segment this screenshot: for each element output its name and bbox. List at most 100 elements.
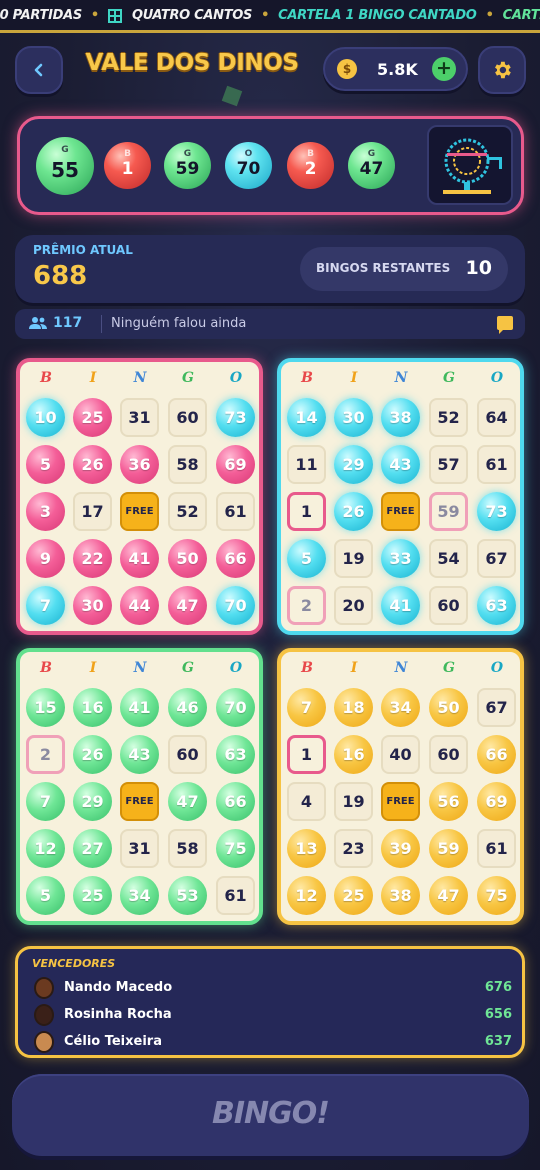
card-cell[interactable]: 18 — [334, 688, 373, 727]
card-cell[interactable]: 56 — [429, 782, 468, 821]
card-cell[interactable]: 25 — [334, 876, 373, 915]
card-cell[interactable]: 40 — [381, 735, 420, 774]
card-cell[interactable]: 38 — [381, 398, 420, 437]
card-cell[interactable]: 70 — [216, 688, 255, 727]
card-cell[interactable]: 29 — [73, 782, 112, 821]
card-cell[interactable]: 25 — [73, 876, 112, 915]
card-cell[interactable]: 27 — [73, 829, 112, 868]
card-cell[interactable]: 29 — [334, 445, 373, 484]
card-cell[interactable]: 26 — [334, 492, 373, 531]
card-cell[interactable]: 2 — [26, 735, 65, 774]
card-cell[interactable]: 14 — [287, 398, 326, 437]
add-coins-button[interactable]: + — [432, 57, 456, 81]
card-cell[interactable]: 41 — [381, 586, 420, 625]
card-cell[interactable]: 47 — [168, 782, 207, 821]
free-cell[interactable]: FREE — [381, 782, 420, 821]
card-cell[interactable]: 61 — [216, 876, 255, 915]
card-cell[interactable]: 50 — [429, 688, 468, 727]
card-cell[interactable]: 10 — [26, 398, 65, 437]
card-cell[interactable]: 44 — [120, 586, 159, 625]
card-cell[interactable]: 34 — [120, 876, 159, 915]
card-cell[interactable]: 4 — [287, 782, 326, 821]
card-cell[interactable]: 38 — [381, 876, 420, 915]
card-cell[interactable]: 67 — [477, 539, 516, 578]
card-cell[interactable]: 69 — [216, 445, 255, 484]
card-cell[interactable]: 46 — [168, 688, 207, 727]
card-cell[interactable]: 34 — [381, 688, 420, 727]
card-cell[interactable]: 61 — [216, 492, 255, 531]
card-cell[interactable]: 61 — [477, 829, 516, 868]
card-cell[interactable]: 12 — [26, 829, 65, 868]
card-cell[interactable]: 31 — [120, 398, 159, 437]
card-cell[interactable]: 50 — [168, 539, 207, 578]
card-cell[interactable]: 39 — [381, 829, 420, 868]
card-cell[interactable]: 41 — [120, 688, 159, 727]
card-cell[interactable]: 7 — [287, 688, 326, 727]
card-cell[interactable]: 63 — [216, 735, 255, 774]
card-cell[interactable]: 67 — [477, 688, 516, 727]
card-cell[interactable]: 19 — [334, 539, 373, 578]
card-cell[interactable]: 73 — [477, 492, 516, 531]
card-cell[interactable]: 33 — [381, 539, 420, 578]
card-cell[interactable]: 43 — [120, 735, 159, 774]
card-cell[interactable]: 17 — [73, 492, 112, 531]
back-button[interactable] — [15, 46, 63, 94]
card-cell[interactable]: 73 — [216, 398, 255, 437]
card-cell[interactable]: 47 — [168, 586, 207, 625]
card-cell[interactable]: 70 — [216, 586, 255, 625]
card-cell[interactable]: 25 — [73, 398, 112, 437]
card-cell[interactable]: 22 — [73, 539, 112, 578]
card-cell[interactable]: 60 — [168, 398, 207, 437]
card-cell[interactable]: 31 — [120, 829, 159, 868]
card-cell[interactable]: 53 — [168, 876, 207, 915]
card-cell[interactable]: 2 — [287, 586, 326, 625]
card-cell[interactable]: 54 — [429, 539, 468, 578]
card-cell[interactable]: 52 — [429, 398, 468, 437]
card-cell[interactable]: 5 — [287, 539, 326, 578]
card-cell[interactable]: 66 — [216, 782, 255, 821]
card-cell[interactable]: 1 — [287, 492, 326, 531]
card-cell[interactable]: 58 — [168, 829, 207, 868]
chat-bubble-icon[interactable] — [497, 316, 513, 334]
card-cell[interactable]: 16 — [334, 735, 373, 774]
card-cell[interactable]: 43 — [381, 445, 420, 484]
free-cell[interactable]: FREE — [120, 492, 159, 531]
card-cell[interactable]: 75 — [216, 829, 255, 868]
card-cell[interactable]: 7 — [26, 782, 65, 821]
card-cell[interactable]: 11 — [287, 445, 326, 484]
card-cell[interactable]: 59 — [429, 492, 468, 531]
card-cell[interactable]: 58 — [168, 445, 207, 484]
card-cell[interactable]: 19 — [334, 782, 373, 821]
card-cell[interactable]: 20 — [334, 586, 373, 625]
card-cell[interactable]: 63 — [477, 586, 516, 625]
card-cell[interactable]: 5 — [26, 876, 65, 915]
card-cell[interactable]: 59 — [429, 829, 468, 868]
card-cell[interactable]: 60 — [429, 735, 468, 774]
card-cell[interactable]: 64 — [477, 398, 516, 437]
card-cell[interactable]: 60 — [429, 586, 468, 625]
card-cell[interactable]: 12 — [287, 876, 326, 915]
card-cell[interactable]: 75 — [477, 876, 516, 915]
card-cell[interactable]: 57 — [429, 445, 468, 484]
card-cell[interactable]: 9 — [26, 539, 65, 578]
chat-strip[interactable]: 117 Ninguém falou ainda — [15, 309, 525, 339]
card-cell[interactable]: 30 — [334, 398, 373, 437]
card-cell[interactable]: 7 — [26, 586, 65, 625]
card-cell[interactable]: 61 — [477, 445, 516, 484]
card-cell[interactable]: 30 — [73, 586, 112, 625]
card-cell[interactable]: 60 — [168, 735, 207, 774]
card-cell[interactable]: 66 — [216, 539, 255, 578]
card-cell[interactable]: 1 — [287, 735, 326, 774]
card-cell[interactable]: 5 — [26, 445, 65, 484]
card-cell[interactable]: 66 — [477, 735, 516, 774]
card-cell[interactable]: 16 — [73, 688, 112, 727]
settings-button[interactable] — [478, 46, 526, 94]
card-cell[interactable]: 69 — [477, 782, 516, 821]
card-cell[interactable]: 41 — [120, 539, 159, 578]
free-cell[interactable]: FREE — [381, 492, 420, 531]
free-cell[interactable]: FREE — [120, 782, 159, 821]
card-cell[interactable]: 15 — [26, 688, 65, 727]
card-cell[interactable]: 26 — [73, 735, 112, 774]
card-cell[interactable]: 26 — [73, 445, 112, 484]
card-cell[interactable]: 36 — [120, 445, 159, 484]
